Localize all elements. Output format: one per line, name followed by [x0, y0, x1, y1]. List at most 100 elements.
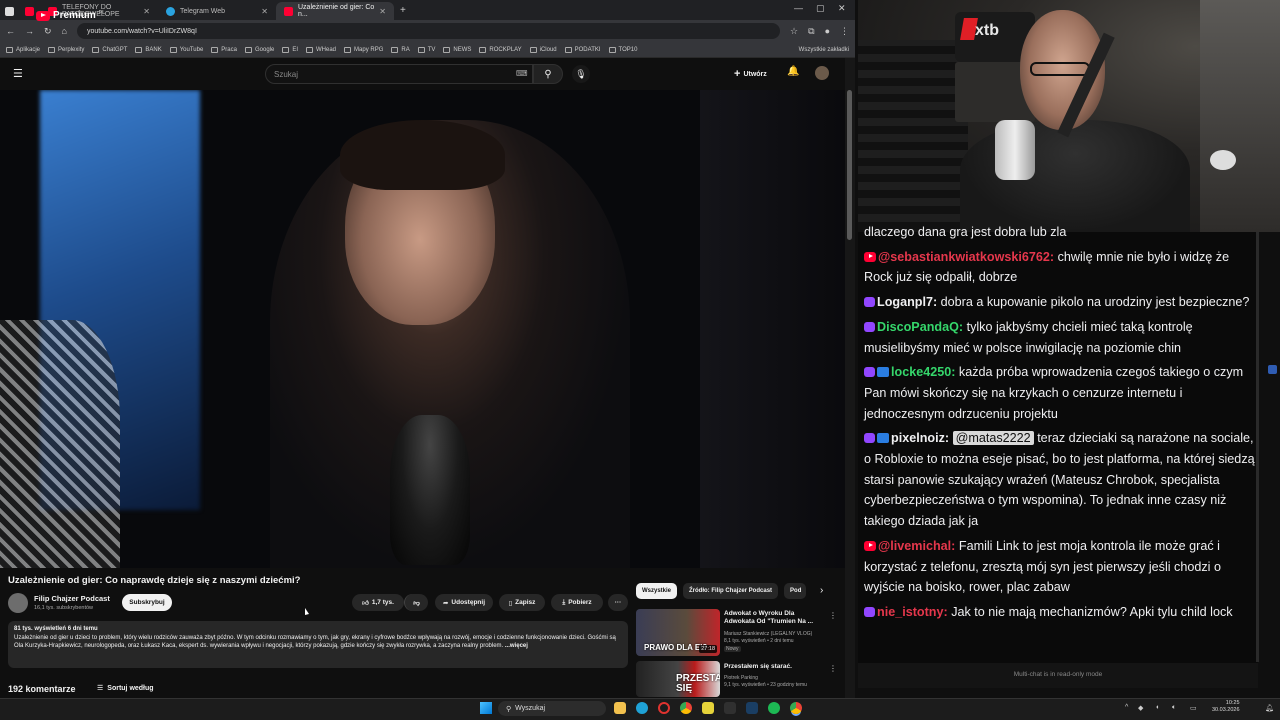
tray-battery-icon[interactable]: ▭ — [1190, 704, 1197, 712]
tab-telegram[interactable]: Telegram Web ✕ — [158, 2, 276, 20]
bookmark-item[interactable]: BANK — [135, 46, 162, 53]
bookmark-item[interactable]: Aplikacje — [6, 46, 40, 53]
related-video-thumbnail[interactable]: PRZESTAŁEM SIĘ — [636, 661, 720, 697]
new-tab-icon[interactable]: + — [400, 5, 406, 16]
bookmark-item[interactable]: PODATKI — [564, 46, 601, 53]
bookmark-item[interactable]: TV — [417, 46, 435, 53]
bookmark-item[interactable]: Praca — [211, 46, 237, 53]
share-button[interactable]: ➦ Udostępnij — [435, 594, 493, 611]
windows-start-icon[interactable] — [480, 702, 492, 714]
chat-messages: dlaczego dana gra jest dobra lub zla @seb… — [864, 222, 1256, 627]
tab-pinned-1[interactable] — [0, 2, 20, 20]
like-button[interactable]: 👍︎ 1,7 tys. — [352, 594, 404, 611]
related-filter-chips: Wszystkie Źródło: Filip Chajzer Podcast … — [636, 583, 807, 599]
user-avatar[interactable] — [815, 66, 829, 80]
download-button[interactable]: ⤓ Pobierz — [551, 594, 603, 611]
tray-dropbox-icon[interactable]: ◆ — [1138, 704, 1143, 712]
extensions-icon[interactable]: ⧉ — [808, 26, 814, 37]
url-bar[interactable]: youtube.com/watch?v=UliIDrZW8qI — [76, 23, 781, 39]
chrome-browser-icon[interactable] — [680, 702, 692, 714]
chip-podcasts[interactable]: Pod — [784, 583, 807, 599]
bookmark-item[interactable]: ChatGPT — [92, 46, 127, 53]
chip-channel[interactable]: Źródło: Filip Chajzer Podcast — [683, 583, 779, 599]
keyboard-icon[interactable]: ⌨ — [516, 69, 528, 78]
related-video-thumbnail[interactable]: PRAWO DLA EI? 27:18 — [636, 609, 720, 656]
more-vertical-icon[interactable]: ⋮ — [829, 611, 837, 620]
taskbar-search[interactable]: ⚲ Wyszukaj — [498, 701, 606, 716]
create-button[interactable]: + Utwórz — [734, 68, 767, 80]
close-window-icon[interactable]: ✕ — [838, 3, 846, 14]
maximize-icon[interactable]: ▢ — [816, 3, 825, 14]
save-button[interactable]: ▯ Zapisz — [499, 594, 545, 611]
bookmark-star-icon[interactable]: ☆ — [790, 26, 798, 37]
bookmark-item[interactable]: WHead — [306, 46, 336, 53]
notes-app-icon[interactable] — [702, 702, 714, 714]
bookmark-item[interactable]: Mapy RPG — [344, 46, 383, 53]
back-icon[interactable]: ← — [6, 26, 15, 36]
file-explorer-icon[interactable] — [614, 702, 626, 714]
minimize-icon[interactable]: — — [794, 3, 803, 13]
bookmark-item[interactable]: TOP10 — [608, 46, 637, 53]
hamburger-menu-icon[interactable]: ☰ — [13, 67, 23, 80]
sort-comments-button[interactable]: ☰ Sortuj według — [97, 684, 154, 693]
channel-name[interactable]: Filip Chajzer Podcast — [34, 594, 110, 603]
search-input[interactable]: Szukaj — [265, 64, 533, 84]
edge-browser-icon[interactable] — [636, 702, 648, 714]
reload-icon[interactable]: ↻ — [44, 26, 52, 37]
spotify-icon[interactable] — [768, 702, 780, 714]
chevron-right-icon[interactable]: › — [820, 585, 823, 596]
taskbar-clock[interactable]: 10:25 30.03.2026 — [1212, 700, 1240, 714]
steam-icon[interactable] — [746, 702, 758, 714]
bookmark-item[interactable]: NEWS — [443, 46, 471, 53]
search-button[interactable]: ⚲ — [533, 64, 563, 84]
notifications-bell-icon[interactable]: 🔔 — [787, 66, 799, 77]
chip-all[interactable]: Wszystkie — [636, 583, 678, 599]
chat-readonly-notice: Multi-chat is in read-only mode — [858, 663, 1258, 688]
channel-avatar[interactable] — [8, 593, 28, 613]
bookmark-item[interactable]: RA — [391, 46, 410, 53]
folder-icon — [564, 46, 572, 53]
close-icon[interactable]: ✕ — [261, 7, 268, 16]
url-text: youtube.com/watch?v=UliIDrZW8qI — [86, 27, 197, 35]
more-actions-button[interactable]: ··· — [608, 594, 628, 611]
home-icon[interactable]: ⌂ — [62, 26, 67, 36]
chat-message: nie_istotny: Jak to nie mają mechanizmów… — [864, 602, 1256, 623]
tray-network-icon[interactable]: ◐ — [1156, 704, 1160, 711]
download-app-icon[interactable] — [724, 702, 736, 714]
profile-icon[interactable]: ● — [825, 26, 830, 36]
video-player[interactable] — [0, 90, 845, 568]
close-icon[interactable]: ✕ — [143, 7, 150, 16]
related-video-title[interactable]: Przestałem się starać. — [724, 663, 826, 671]
close-icon[interactable]: ✕ — [379, 7, 386, 16]
tray-chevron-icon[interactable]: ^ — [1125, 704, 1128, 711]
bookmark-item[interactable]: Perplexity — [48, 46, 84, 53]
chat-scrollbar-track — [1256, 232, 1259, 662]
video-description[interactable]: 81 tys. wyświetleń 6 dni temu Uzależnien… — [8, 621, 628, 668]
youtube-premium-logo[interactable]: Premium PL — [36, 10, 105, 21]
menu-icon[interactable]: ⋮ — [840, 26, 849, 37]
description-more-link[interactable]: ...więcej — [505, 643, 528, 649]
bookmark-item[interactable]: YouTube — [169, 46, 203, 53]
voice-search-button[interactable]: 🎙 — [572, 65, 590, 83]
notifications-icon[interactable]: 🔔︎ — [1265, 704, 1274, 712]
tray-volume-icon[interactable]: 🔈︎ — [1172, 704, 1176, 712]
dislike-button[interactable]: 👎︎ — [404, 594, 428, 611]
subscribe-button[interactable]: Subskrybuj — [122, 594, 172, 611]
bookmark-item[interactable]: Google — [244, 46, 274, 53]
bookmark-item[interactable]: EI — [282, 46, 298, 53]
video-frame-microphone — [390, 415, 470, 565]
tab-youtube-video[interactable]: Uzależnienie od gier: Co n... ✕ — [276, 2, 394, 20]
more-vertical-icon[interactable]: ⋮ — [829, 664, 837, 673]
bookmark-item[interactable]: ROCKPLAY — [479, 46, 522, 53]
all-bookmarks-link[interactable]: Wszystkie zakładki — [799, 47, 849, 53]
mouse-cursor — [305, 608, 309, 615]
folder-icon — [608, 46, 616, 53]
chat-scrollbar[interactable] — [1258, 232, 1280, 688]
save-label: Zapisz — [515, 599, 536, 606]
chrome-active-icon[interactable] — [790, 702, 802, 714]
page-scrollbar-thumb[interactable] — [847, 90, 852, 240]
forward-icon[interactable]: → — [25, 26, 34, 36]
bookmark-item[interactable]: iCloud — [529, 46, 557, 53]
related-video-title[interactable]: Adwokat o Wyroku Dla Adwokata Od "Trumie… — [724, 610, 826, 626]
opera-browser-icon[interactable] — [658, 702, 670, 714]
